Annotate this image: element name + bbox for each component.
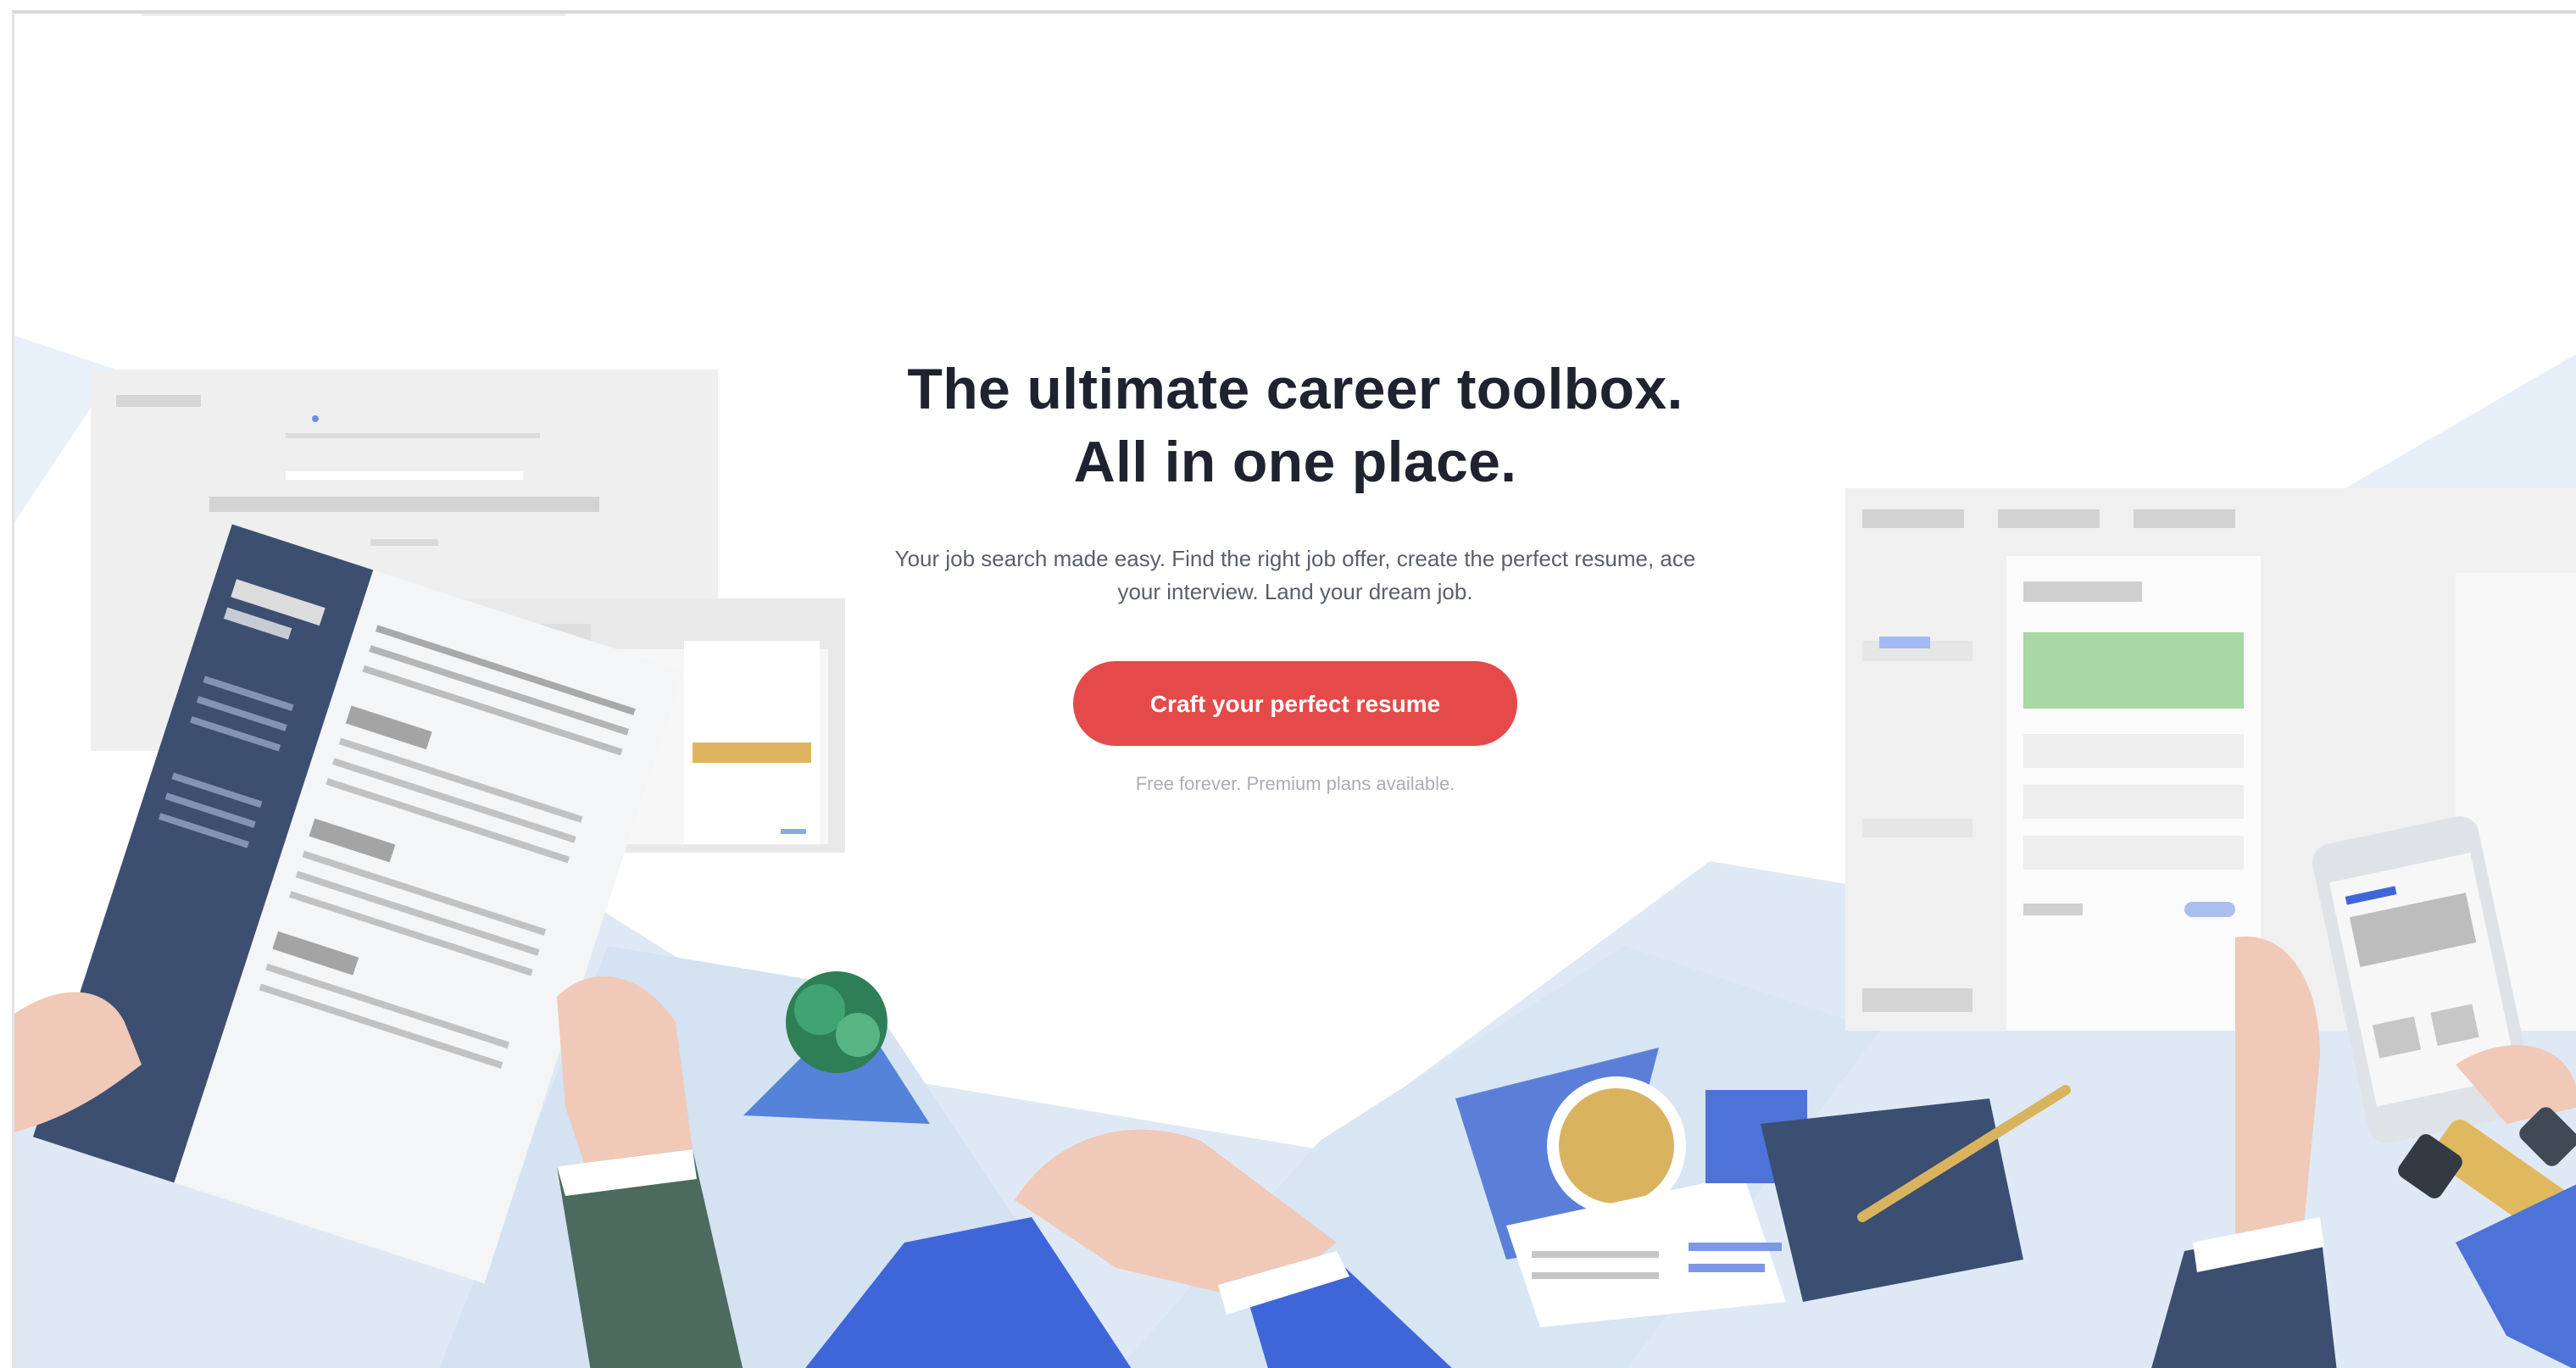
hero-description: Your job search made easy. Find the righ… xyxy=(894,546,1696,604)
pricing-note: Free forever. Premium plans available. xyxy=(1135,773,1455,794)
browser-viewport: The ultimate career toolbox. All in one … xyxy=(12,10,2576,1368)
headline-line-1: The ultimate career toolbox. xyxy=(907,357,1683,421)
hero-section: The ultimate career toolbox. All in one … xyxy=(14,353,2576,795)
craft-resume-button[interactable]: Craft your perfect resume xyxy=(1073,661,1517,746)
page-title: The ultimate career toolbox. All in one … xyxy=(14,353,2576,498)
headline-line-2: All in one place. xyxy=(1073,430,1517,494)
